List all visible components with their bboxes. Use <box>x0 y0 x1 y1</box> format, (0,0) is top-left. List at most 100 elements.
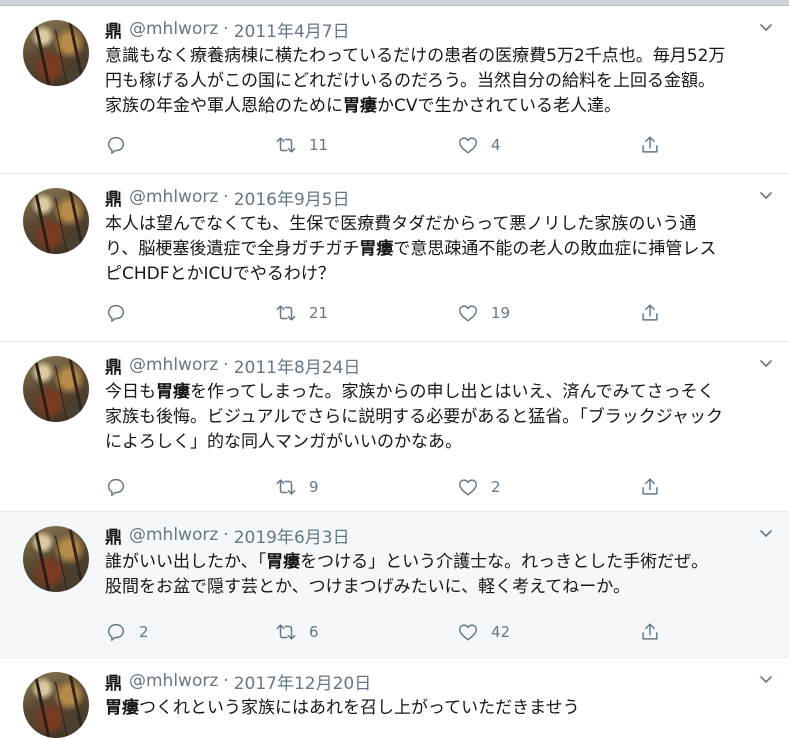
tweet-header: 鼎 @mhlworz · 2011年4月7日 <box>105 17 350 42</box>
retweet-icon <box>276 479 296 495</box>
chevron-down-icon[interactable] <box>759 20 773 34</box>
reply-button[interactable]: 2 <box>105 619 149 645</box>
tweet[interactable]: 鼎 @mhlworz · 2011年4月7日 意識もなく療養病棟に横たわっている… <box>0 6 789 174</box>
tweet-date[interactable]: 2011年8月24日 <box>234 353 361 378</box>
share-button[interactable] <box>639 619 661 645</box>
tweet-text: 意識もなく療養病棟に横たわっているだけの患者の医療費5万2千点也。毎月52万 円… <box>105 44 775 119</box>
retweet-count: 21 <box>309 304 329 322</box>
tweet-header: 鼎 @mhlworz · 2011年8月24日 <box>105 353 361 378</box>
like-icon <box>459 137 477 154</box>
highlighted-term: 胃瘻 <box>156 382 190 402</box>
tweet-actions: 21 19 <box>105 300 675 326</box>
share-button[interactable] <box>639 132 661 158</box>
text-run: 今日も <box>105 382 156 402</box>
tweet-date[interactable]: 2017年12月20日 <box>234 669 372 694</box>
tweet-text: 今日も胃瘻を作ってしまった。家族からの申し出とはいえ、済んでみてさっそく 家族も… <box>105 380 775 455</box>
tweet-date[interactable]: 2011年4月7日 <box>234 17 350 42</box>
tweet-header: 鼎 @mhlworz · 2019年6月3日 <box>105 523 350 548</box>
tweet[interactable]: 鼎 @mhlworz · 2016年9月5日 本人は望んでなくても、生保で医療費… <box>0 174 789 342</box>
reply-button[interactable] <box>105 474 139 500</box>
reply-button[interactable] <box>105 132 139 158</box>
avatar[interactable] <box>23 526 89 592</box>
chevron-down-icon[interactable] <box>759 672 773 686</box>
reply-icon <box>107 304 125 322</box>
text-run: つくれという家族にはあれを召し上がっていただきませう <box>139 698 580 718</box>
avatar[interactable] <box>23 20 89 86</box>
separator-dot: · <box>223 671 229 691</box>
retweet-button[interactable]: 11 <box>275 132 328 158</box>
tweet-date[interactable]: 2016年9月5日 <box>234 185 350 210</box>
highlighted-term: 胃瘻 <box>105 698 139 718</box>
reply-count: 2 <box>139 623 149 641</box>
tweet[interactable]: 鼎 @mhlworz · 2011年8月24日 今日も胃瘻を作ってしまった。家族… <box>0 342 789 512</box>
user-handle[interactable]: @mhlworz <box>129 671 218 691</box>
share-icon <box>642 304 658 321</box>
user-handle[interactable]: @mhlworz <box>129 19 218 39</box>
chevron-down-icon[interactable] <box>759 356 773 370</box>
retweet-count: 9 <box>309 478 319 496</box>
tweet-text: 誰がいい出したか、「胃瘻をつける」という介護士な。れっきとした手術だぜ。 股間を… <box>105 550 775 600</box>
retweet-button[interactable]: 9 <box>275 474 319 500</box>
tweet-date[interactable]: 2019年6月3日 <box>234 523 350 548</box>
reply-icon <box>107 136 125 154</box>
like-count: 19 <box>491 304 511 322</box>
separator-dot: · <box>223 355 229 375</box>
display-name[interactable]: 鼎 <box>105 17 122 42</box>
tweet-actions: 11 4 <box>105 132 675 158</box>
like-button[interactable]: 2 <box>457 474 501 500</box>
tweet-text: 本人は望んでなくても、生保で医療費タダだからって悪ノリした家族のいう通 り、脳梗… <box>105 212 775 287</box>
text-run: 誰がいい出したか、「 <box>105 552 267 572</box>
share-icon <box>642 136 658 153</box>
reply-icon <box>107 478 125 496</box>
share-icon <box>642 478 658 495</box>
share-icon <box>642 623 658 640</box>
like-count: 4 <box>491 136 501 154</box>
avatar[interactable] <box>23 188 89 254</box>
retweet-icon <box>276 137 296 153</box>
highlighted-term: 胃瘻 <box>343 96 377 116</box>
chevron-down-icon[interactable] <box>759 526 773 540</box>
retweet-icon <box>276 305 296 321</box>
user-handle[interactable]: @mhlworz <box>129 355 218 375</box>
retweet-button[interactable]: 21 <box>275 300 328 326</box>
tweet-actions: 2 6 42 <box>105 619 675 645</box>
display-name[interactable]: 鼎 <box>105 669 122 694</box>
reply-button[interactable] <box>105 300 139 326</box>
avatar[interactable] <box>23 672 89 738</box>
text-run: を作ってしまった。家族からの申し出とはいえ、済んでみてさっそく 家族も後悔。ビジ… <box>105 382 723 452</box>
chevron-down-icon[interactable] <box>759 188 773 202</box>
separator-dot: · <box>223 525 229 545</box>
tweet[interactable]: 鼎 @mhlworz · 2019年6月3日 誰がいい出したか、「胃瘻をつける」… <box>0 512 789 658</box>
separator-dot: · <box>223 19 229 39</box>
tweet-header: 鼎 @mhlworz · 2017年12月20日 <box>105 669 372 694</box>
separator-dot: · <box>223 187 229 207</box>
share-button[interactable] <box>639 300 661 326</box>
tweet-actions: 9 2 <box>105 474 675 500</box>
tweet-feed: 鼎 @mhlworz · 2011年4月7日 意識もなく療養病棟に横たわっている… <box>0 6 789 738</box>
user-handle[interactable]: @mhlworz <box>129 525 218 545</box>
text-run: かCVで生かされている老人達。 <box>377 96 621 116</box>
retweet-icon <box>276 624 296 640</box>
like-count: 42 <box>491 623 511 641</box>
highlighted-term: 胃瘻 <box>359 239 394 259</box>
like-button[interactable]: 42 <box>457 619 510 645</box>
user-handle[interactable]: @mhlworz <box>129 187 218 207</box>
like-icon <box>459 479 477 496</box>
display-name[interactable]: 鼎 <box>105 523 122 548</box>
retweet-count: 6 <box>309 623 319 641</box>
like-button[interactable]: 19 <box>457 300 510 326</box>
avatar[interactable] <box>23 356 89 422</box>
reply-icon <box>107 623 125 641</box>
like-count: 2 <box>491 478 501 496</box>
highlighted-term: 胃瘻 <box>266 552 301 572</box>
display-name[interactable]: 鼎 <box>105 353 122 378</box>
share-button[interactable] <box>639 474 661 500</box>
like-icon <box>459 624 477 641</box>
retweet-count: 11 <box>309 136 329 154</box>
tweet-text: 胃瘻つくれという家族にはあれを召し上がっていただきませう <box>105 696 775 721</box>
display-name[interactable]: 鼎 <box>105 185 122 210</box>
tweet[interactable]: 鼎 @mhlworz · 2017年12月20日 胃瘻つくれという家族にはあれを… <box>0 658 789 738</box>
like-button[interactable]: 4 <box>457 132 501 158</box>
retweet-button[interactable]: 6 <box>275 619 319 645</box>
like-icon <box>459 305 477 322</box>
